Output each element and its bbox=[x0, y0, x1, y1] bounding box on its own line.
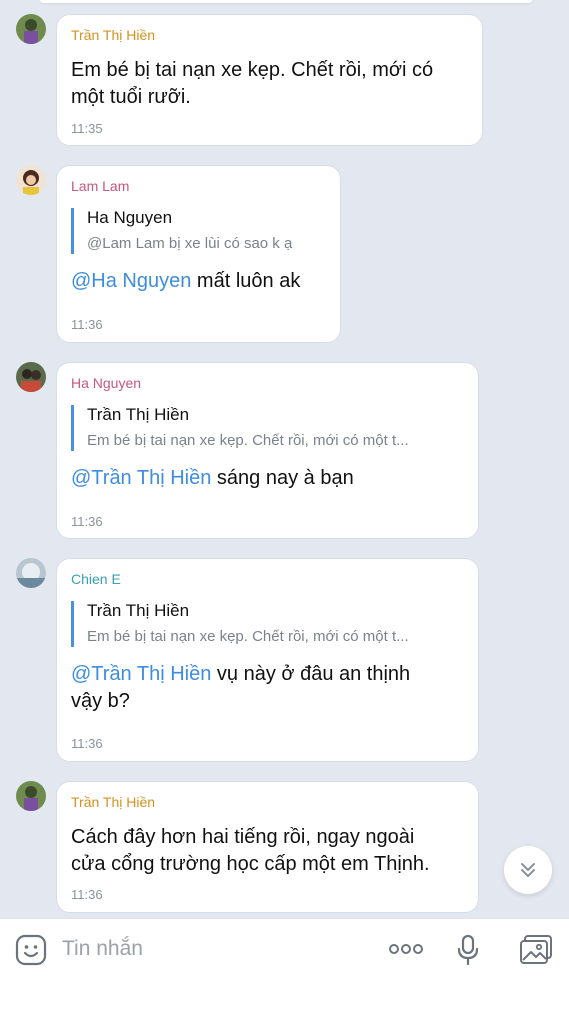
message-time: 11:36 bbox=[71, 317, 103, 332]
quoted-sender: Trần Thị Hiền bbox=[87, 405, 190, 424]
message-bubble[interactable]: Ha Nguyen Trần Thị Hiền Em bé bị tai nạn… bbox=[56, 362, 479, 539]
message-line: Em bé bị tai nạn xe kẹp. Chết rồi, mới c… bbox=[71, 59, 434, 81]
mention-link[interactable]: @Trần Thị Hiền bbox=[71, 663, 211, 685]
sender-name: Trần Thị Hiền bbox=[71, 27, 156, 43]
message-time: 11:36 bbox=[71, 514, 103, 529]
mention-link[interactable]: @Ha Nguyen bbox=[71, 270, 191, 292]
message-text: Em bé bị tai nạn xe kẹp. Chết rồi, mới c… bbox=[71, 57, 468, 111]
message-line: vậy b? bbox=[71, 690, 130, 712]
microphone-icon[interactable] bbox=[456, 934, 480, 966]
message-line: cửa cổng trường học cấp một em Thịnh. bbox=[71, 853, 430, 875]
avatar-chien-e[interactable] bbox=[16, 558, 46, 588]
quoted-sender: Trần Thị Hiền bbox=[87, 601, 190, 620]
quoted-text: @Lam Lam bị xe lùi có sao k ạ bbox=[87, 235, 293, 252]
message-bubble[interactable]: Trần Thị Hiền Em bé bị tai nạn xe kẹp. C… bbox=[56, 14, 483, 146]
reply-quote[interactable]: Ha Nguyen @Lam Lam bị xe lùi có sao k ạ bbox=[71, 208, 326, 254]
message-input[interactable]: Tin nhắn bbox=[62, 937, 143, 961]
message-bubble[interactable]: Chien E Trần Thị Hiền Em bé bị tai nạn x… bbox=[56, 558, 479, 762]
message-time: 11:35 bbox=[71, 121, 103, 136]
message-time: 11:36 bbox=[71, 736, 103, 751]
avatar-tran-thi-hien[interactable] bbox=[16, 14, 46, 44]
message-line: một tuổi rưỡi. bbox=[71, 86, 191, 108]
avatar-lam-lam[interactable] bbox=[16, 165, 46, 195]
sender-name: Ha Nguyen bbox=[71, 375, 142, 391]
message-line: mất luôn ak bbox=[191, 270, 301, 292]
image-icon[interactable] bbox=[519, 934, 553, 966]
message-text: @Trần Thị Hiền sáng nay à bạn bbox=[71, 465, 464, 492]
sender-name: Chien E bbox=[71, 571, 121, 587]
message-bubble[interactable]: Trần Thị Hiền Cách đây hơn hai tiếng rồi… bbox=[56, 781, 479, 913]
message-time: 11:36 bbox=[71, 887, 103, 902]
mention-link[interactable]: @Trần Thị Hiền bbox=[71, 467, 211, 489]
scroll-to-bottom-button[interactable] bbox=[504, 846, 552, 894]
reply-quote[interactable]: Trần Thị Hiền Em bé bị tai nạn xe kẹp. C… bbox=[71, 405, 464, 451]
avatar-ha-nguyen[interactable] bbox=[16, 362, 46, 392]
message-line: sáng nay à bạn bbox=[211, 467, 354, 489]
message-line: vụ này ở đâu an thịnh bbox=[211, 663, 411, 685]
message-text: @Trần Thị Hiền vụ này ở đâu an thịnh vậy… bbox=[71, 661, 464, 715]
message-bubble[interactable]: Lam Lam Ha Nguyen @Lam Lam bị xe lùi có … bbox=[56, 165, 341, 343]
message-text: @Ha Nguyen mất luôn ak bbox=[71, 268, 326, 295]
reply-quote[interactable]: Trần Thị Hiền Em bé bị tai nạn xe kẹp. C… bbox=[71, 601, 464, 647]
avatar-tran-thi-hien[interactable] bbox=[16, 781, 46, 811]
message-composer: Tin nhắn bbox=[0, 918, 569, 1025]
sender-name: Trần Thị Hiền bbox=[71, 794, 156, 810]
message-text: Cách đây hơn hai tiếng rồi, ngay ngoài c… bbox=[71, 824, 464, 878]
more-options-icon[interactable] bbox=[388, 943, 424, 955]
quoted-text: Em bé bị tai nạn xe kẹp. Chết rồi, mới c… bbox=[87, 432, 409, 449]
quoted-text: Em bé bị tai nạn xe kẹp. Chết rồi, mới c… bbox=[87, 628, 409, 645]
double-chevron-down-icon bbox=[521, 863, 535, 877]
sender-name: Lam Lam bbox=[71, 178, 130, 194]
previous-message-edge bbox=[40, 0, 532, 3]
message-line: Cách đây hơn hai tiếng rồi, ngay ngoài bbox=[71, 826, 415, 848]
sticker-icon[interactable] bbox=[15, 934, 47, 966]
quoted-sender: Ha Nguyen bbox=[87, 208, 173, 227]
